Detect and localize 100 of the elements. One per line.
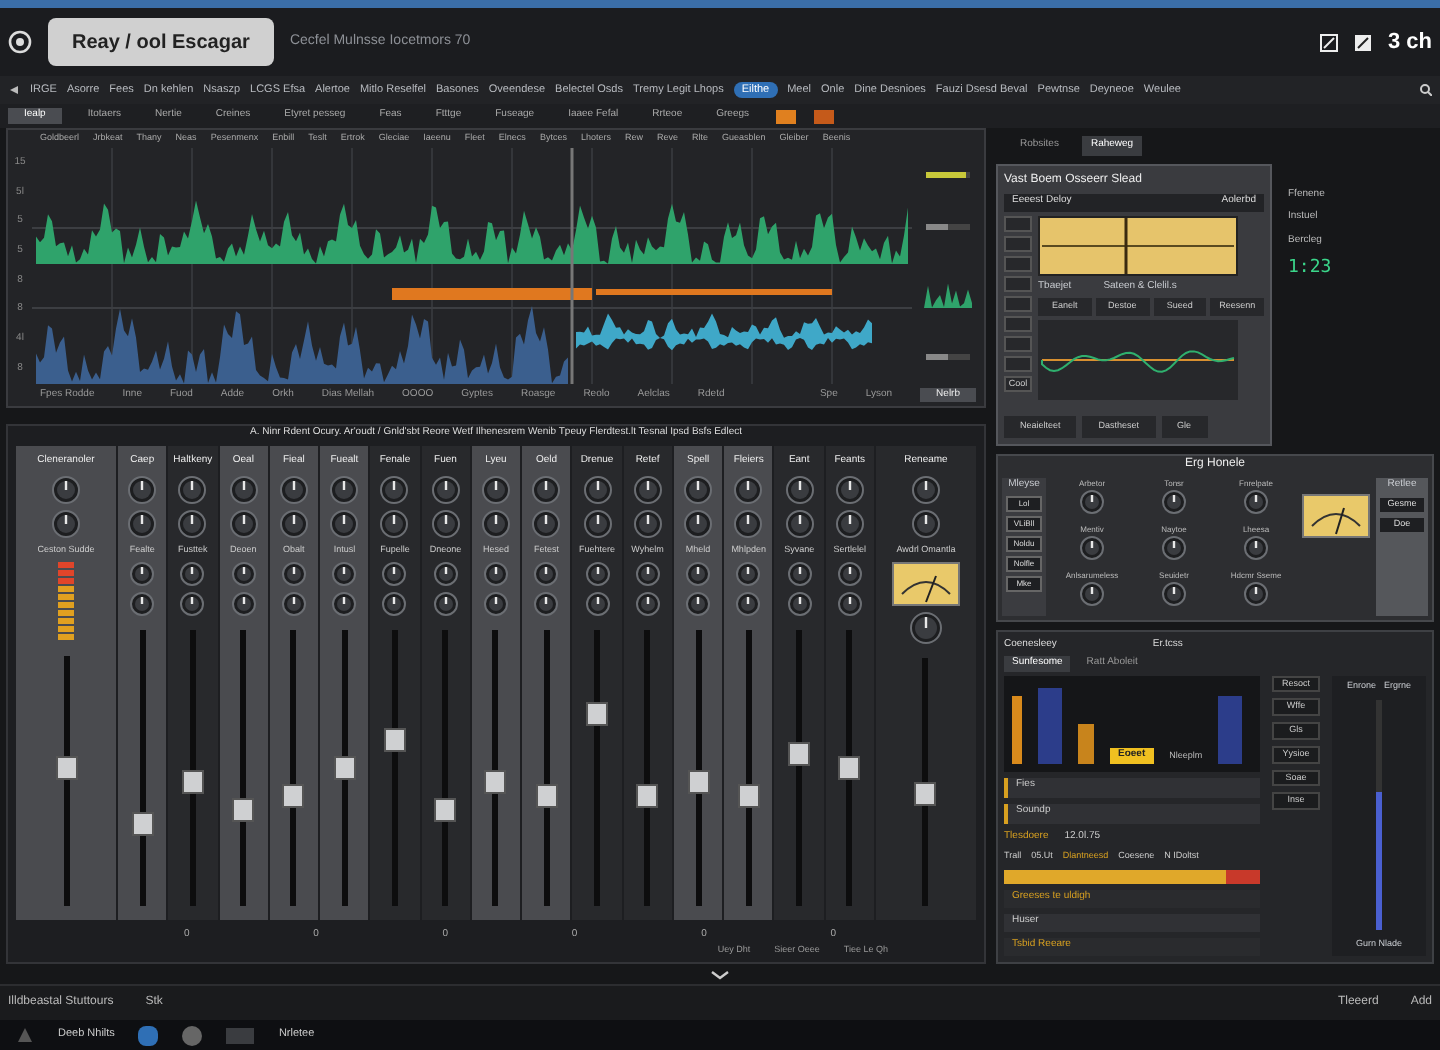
knob[interactable] [1244,582,1268,607]
fader-handle[interactable] [282,783,305,808]
knob[interactable] [229,509,258,537]
knob[interactable] [585,592,610,617]
knob[interactable] [909,612,942,645]
fader-handle[interactable] [914,782,937,807]
fader-handle[interactable] [838,756,861,781]
knob[interactable] [1162,536,1186,561]
knob[interactable] [231,562,256,587]
fader-handle[interactable] [131,811,154,836]
knob[interactable] [279,475,308,503]
fader-handle[interactable] [383,728,406,753]
knob[interactable] [684,475,713,503]
knob[interactable] [1244,489,1268,514]
knob[interactable] [382,592,407,617]
fader-handle[interactable] [181,770,204,795]
knob[interactable] [1244,536,1268,561]
knob[interactable] [229,475,258,503]
knob[interactable] [1080,489,1104,514]
knob[interactable] [431,509,460,537]
knob[interactable] [1080,582,1104,607]
taskbar-app-icon[interactable] [182,1025,203,1045]
knob[interactable] [330,475,359,503]
knob[interactable] [483,592,508,617]
knob[interactable] [585,562,610,587]
knob[interactable] [787,562,812,587]
knob[interactable] [686,562,711,587]
knob[interactable] [178,475,207,503]
knob[interactable] [128,475,157,503]
knob[interactable] [736,592,761,617]
knob[interactable] [481,475,510,503]
knob[interactable] [130,592,155,617]
knob[interactable] [583,475,612,503]
knob[interactable] [483,562,508,587]
knob[interactable] [1162,489,1186,514]
knob[interactable] [583,509,612,537]
knob[interactable] [180,562,205,587]
fader-handle[interactable] [55,756,77,781]
fader-handle[interactable] [535,783,558,808]
knob[interactable] [532,475,561,503]
knob[interactable] [633,509,662,537]
knob[interactable] [684,509,713,537]
knob[interactable] [785,475,814,503]
knob[interactable] [633,475,662,503]
fader-handle[interactable] [636,783,659,808]
knob[interactable] [380,475,409,503]
knob[interactable] [433,562,458,587]
knob[interactable] [52,509,80,537]
knob[interactable] [1080,536,1104,561]
taskbar-app-icon[interactable] [138,1025,159,1045]
knob[interactable] [835,475,864,503]
external-link-icon [1319,33,1338,51]
fader-handle[interactable] [687,770,710,795]
knob[interactable] [835,509,864,537]
knob[interactable] [130,562,155,587]
knob[interactable] [332,562,357,587]
fader-handle[interactable] [333,756,356,781]
fader-handle[interactable] [737,783,760,808]
level-bar [1012,695,1022,764]
knob[interactable] [180,592,205,617]
project-button[interactable]: Reay / ool Escagar [48,18,274,66]
knob[interactable] [787,592,812,617]
knob[interactable] [281,592,306,617]
knob[interactable] [534,592,559,617]
loop-button[interactable] [813,109,834,123]
knob[interactable] [231,592,256,617]
knob[interactable] [330,509,359,537]
record-button[interactable] [775,109,796,123]
knob[interactable] [635,592,660,617]
slider-fill[interactable] [926,223,948,230]
knob[interactable] [178,509,207,537]
knob[interactable] [532,509,561,537]
slider-fill[interactable] [926,354,948,361]
knob[interactable] [380,509,409,537]
fader-handle[interactable] [434,797,457,822]
fader-handle[interactable] [788,742,811,767]
knob[interactable] [837,592,862,617]
knob[interactable] [1162,582,1186,607]
knob[interactable] [837,562,862,587]
knob[interactable] [734,475,763,503]
knob[interactable] [911,475,940,503]
knob[interactable] [734,509,763,537]
knob[interactable] [431,475,460,503]
knob[interactable] [382,562,407,587]
knob[interactable] [279,509,308,537]
fader-handle[interactable] [586,701,609,726]
knob[interactable] [433,592,458,617]
knob[interactable] [281,562,306,587]
fader-handle[interactable] [232,797,255,822]
fader-handle[interactable] [484,770,507,795]
knob[interactable] [332,592,357,617]
knob[interactable] [481,509,510,537]
knob[interactable] [736,562,761,587]
knob[interactable] [128,509,157,537]
knob[interactable] [686,592,711,617]
knob[interactable] [52,475,80,503]
knob[interactable] [635,562,660,587]
knob[interactable] [785,509,814,537]
knob[interactable] [911,509,940,537]
knob[interactable] [534,562,559,587]
